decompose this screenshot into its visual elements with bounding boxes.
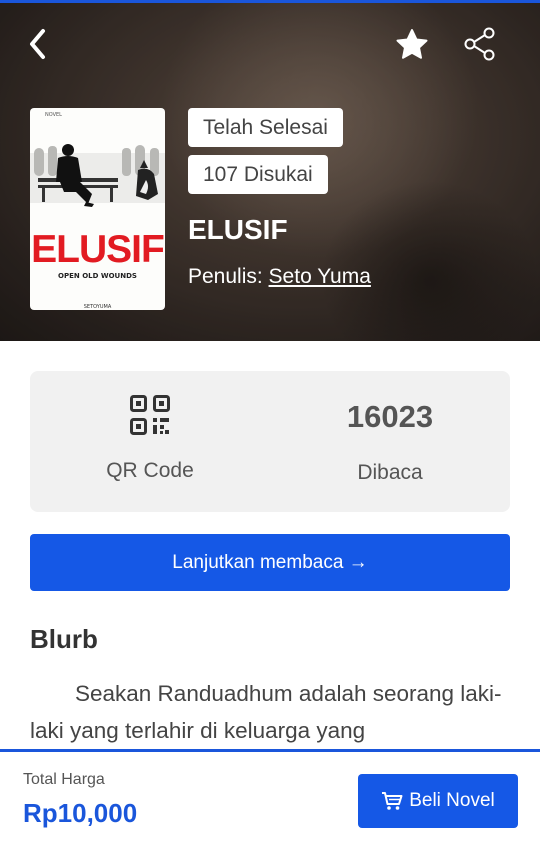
blurb-text: Seakan Randuadhum adalah seorang laki-la… [30, 681, 502, 743]
read-count: 16023 [346, 399, 434, 434]
total-price-label: Total Harga [23, 771, 105, 788]
share-icon [464, 27, 495, 61]
cover-title: ELUSIF [31, 228, 165, 271]
chevron-left-icon [30, 29, 45, 59]
cover-subtitle: OPEN OLD WOUNDS [58, 272, 137, 280]
favorite-button[interactable] [392, 24, 432, 64]
cover-author: SETOYUMA [83, 304, 112, 310]
qr-code-icon [130, 395, 170, 435]
buy-novel-label: Beli Novel [409, 790, 495, 811]
likes-badge: 107 Disukai [188, 155, 328, 194]
back-button[interactable] [18, 24, 58, 64]
buy-novel-button[interactable]: Beli Novel [358, 774, 518, 828]
continue-reading-button[interactable]: Lanjutkan membaca → [30, 534, 510, 591]
blurb-heading: Blurb [30, 624, 98, 654]
book-cover: NOVEL ELUSIF OPEN OLD WOUNDS SETOYUMA [30, 108, 165, 310]
status-badge: Telah Selesai [188, 108, 343, 147]
read-label: Dibaca [357, 461, 423, 484]
author-prefix: Penulis: [188, 265, 269, 288]
author-line: Penulis: Seto Yuma [188, 265, 371, 289]
cart-icon [381, 791, 403, 811]
qr-code-label: QR Code [106, 459, 194, 482]
book-title: ELUSIF [188, 214, 288, 245]
stats-card: QR Code 16023 Dibaca [30, 371, 510, 512]
total-price: Rp10,000 [23, 798, 138, 828]
share-button[interactable] [460, 24, 500, 64]
author-link[interactable]: Seto Yuma [269, 265, 371, 288]
qr-code-button[interactable] [130, 395, 170, 439]
top-accent-line [0, 0, 540, 3]
cover-illustration [30, 144, 165, 207]
purchase-bar: Total Harga Rp10,000 Beli Novel [0, 749, 540, 841]
book-header: NOVEL ELUSIF OPEN OLD WOUNDS SETOYUMA Te… [0, 0, 540, 341]
star-icon [396, 29, 428, 59]
